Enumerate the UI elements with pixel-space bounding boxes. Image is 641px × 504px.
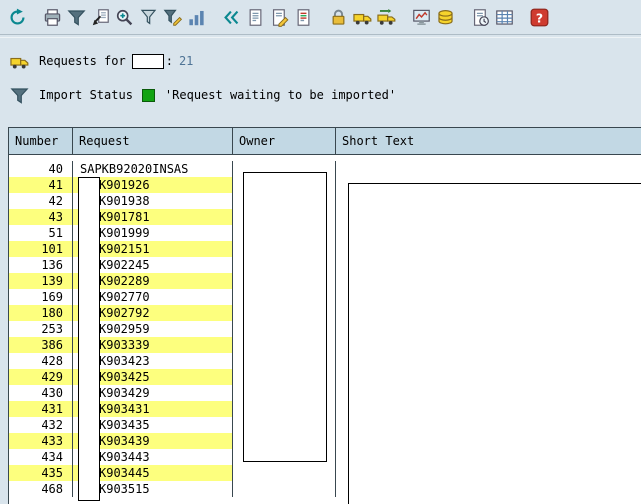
svg-text:?: ?	[535, 10, 542, 25]
job-log-icon[interactable]	[469, 6, 491, 28]
sap-import-queue-screen: ? Requests for : 21 Import Status 'Reque…	[0, 0, 641, 504]
filter-icon[interactable]	[65, 6, 87, 28]
table-view-icon[interactable]	[493, 6, 515, 28]
cell-number: 431	[9, 401, 73, 417]
request-log-icon[interactable]	[292, 6, 314, 28]
cell-number: 169	[9, 289, 73, 305]
first-page-icon[interactable]	[220, 6, 242, 28]
column-header-owner[interactable]: Owner	[233, 128, 336, 154]
requests-for-label: Requests for	[39, 54, 126, 68]
refresh-icon[interactable]	[6, 6, 28, 28]
print-icon[interactable]	[41, 6, 63, 28]
cell-number: 51	[9, 225, 73, 241]
status-green-square	[141, 88, 155, 102]
lock-icon[interactable]	[327, 6, 349, 28]
import-status-text: 'Request waiting to be imported'	[164, 88, 397, 102]
import-status-label: Import Status	[39, 88, 133, 102]
redaction-owner-column	[243, 172, 327, 462]
cell-number: 428	[9, 353, 73, 369]
cell-request: SAPKB92020INSAS	[73, 161, 233, 177]
cell-number: 434	[9, 449, 73, 465]
cell-number: 430	[9, 385, 73, 401]
change-request-icon[interactable]	[268, 6, 290, 28]
cell-number: 139	[9, 273, 73, 289]
column-header-short-text[interactable]: Short Text	[336, 128, 641, 154]
cell-number: 40	[9, 161, 73, 177]
cell-number: 386	[9, 337, 73, 353]
cell-number: 435	[9, 465, 73, 481]
transport-fees-icon[interactable]	[434, 6, 456, 28]
zoom-in-icon[interactable]	[113, 6, 135, 28]
filter-criteria-icon[interactable]	[161, 6, 183, 28]
help-icon[interactable]: ?	[528, 6, 550, 28]
cell-number: 433	[9, 433, 73, 449]
cell-number: 432	[9, 417, 73, 433]
truck-icon	[10, 52, 30, 70]
import-queue-table: Number Request Owner Short Text 40 SAPKB9…	[8, 127, 641, 504]
cell-owner	[233, 465, 336, 481]
column-header-request[interactable]: Request	[73, 128, 233, 154]
cell-number: 41	[9, 177, 73, 193]
import-all-requests-icon[interactable]	[375, 6, 397, 28]
cell-number: 101	[9, 241, 73, 257]
cell-number: 136	[9, 257, 73, 273]
request-count: 21	[178, 54, 194, 68]
import-monitor-icon[interactable]	[410, 6, 432, 28]
redaction-short-text-column	[348, 183, 641, 504]
sort-icon[interactable]	[185, 6, 207, 28]
cell-number: 42	[9, 193, 73, 209]
cell-short-text	[336, 161, 641, 177]
display-request-icon[interactable]	[244, 6, 266, 28]
filter-status-icon	[10, 86, 30, 104]
redacted-system-id	[131, 53, 164, 69]
application-toolbar: ?	[6, 4, 552, 30]
cell-number: 253	[9, 321, 73, 337]
choose-detail-icon[interactable]	[89, 6, 111, 28]
toolbar-separator	[0, 34, 641, 38]
cell-number: 180	[9, 305, 73, 321]
cell-number: 43	[9, 209, 73, 225]
column-header-number[interactable]: Number	[9, 128, 73, 154]
cell-number: 468	[9, 481, 73, 497]
cell-number: 429	[9, 369, 73, 385]
colon-label: :	[165, 54, 173, 68]
requests-for-line: Requests for : 21	[10, 52, 193, 70]
import-status-line: Import Status 'Request waiting to be imp…	[10, 86, 396, 104]
cell-owner	[233, 481, 336, 497]
redaction-request-prefix	[78, 177, 100, 501]
set-filter-icon[interactable]	[137, 6, 159, 28]
table-header: Number Request Owner Short Text	[9, 128, 641, 155]
import-request-icon[interactable]	[351, 6, 373, 28]
